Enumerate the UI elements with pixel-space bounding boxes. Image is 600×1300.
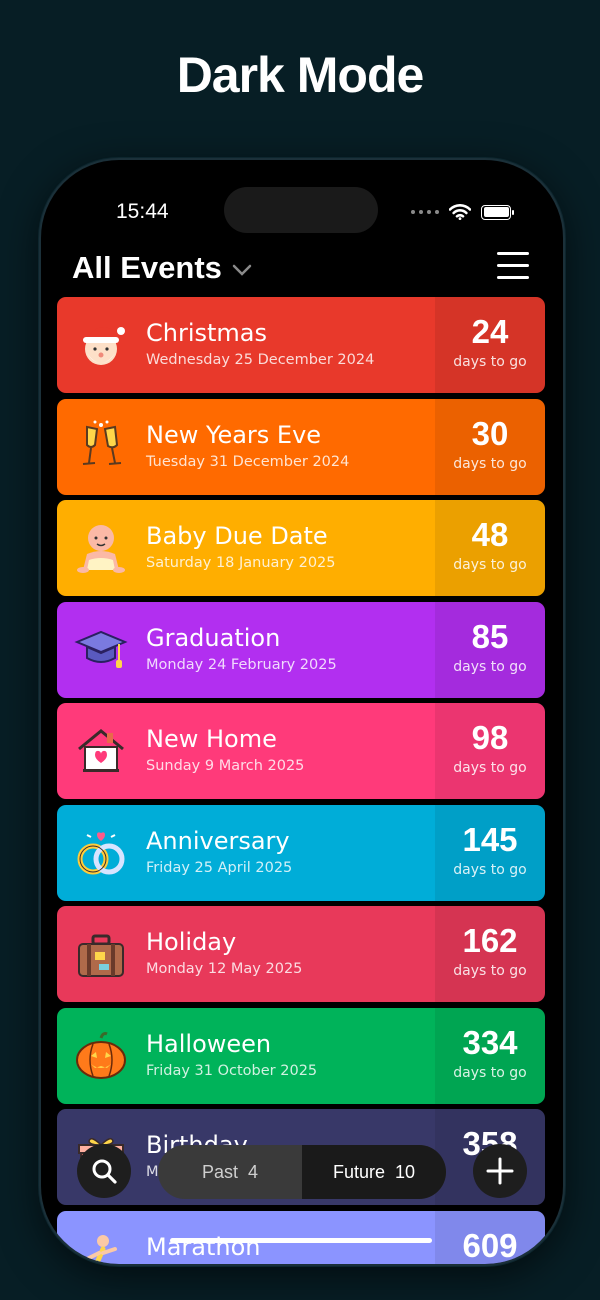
days-count: 48 xyxy=(471,516,509,553)
event-date: Monday 12 May 2025 xyxy=(146,961,303,977)
past-future-toggle[interactable]: Past 4 Future 10 xyxy=(158,1145,446,1199)
days-label: days to go xyxy=(453,861,527,878)
event-name: Baby Due Date xyxy=(146,522,328,550)
search-icon xyxy=(92,1159,117,1184)
app-screen: 15:44 All Events Christmas Wednesday 25 D… xyxy=(41,160,563,1264)
santa-icon xyxy=(73,317,129,373)
event-countdown: 145 days to go xyxy=(435,804,545,901)
event-countdown: 162 days to go xyxy=(435,906,545,1002)
tab-past-label: Past xyxy=(201,1161,238,1182)
event-countdown: 98 days to go xyxy=(435,703,545,799)
event-countdown: 30 days to go xyxy=(435,398,545,495)
event-card-main: Graduation Monday 24 February 2025 xyxy=(57,602,435,698)
days-count: 145 xyxy=(462,820,518,858)
page-title[interactable]: All Events xyxy=(72,250,222,286)
header: All Events xyxy=(72,246,533,290)
battery-icon xyxy=(481,204,514,220)
days-count: 98 xyxy=(471,719,509,756)
event-date: Friday 25 April 2025 xyxy=(146,859,293,876)
event-card[interactable]: Holiday Monday 12 May 2025 162 days to go xyxy=(57,906,545,1002)
wifi-icon xyxy=(449,204,471,220)
event-date: Tuesday 31 December 2024 xyxy=(146,453,350,470)
event-name: Graduation xyxy=(146,623,281,652)
days-label: days to go xyxy=(453,760,527,776)
event-countdown: 24 days to go xyxy=(435,297,545,393)
house-icon xyxy=(73,723,129,779)
event-card[interactable]: New Home Sunday 9 March 2025 98 days to go xyxy=(57,703,545,799)
event-card-main: New Home Sunday 9 March 2025 xyxy=(57,703,435,799)
event-card-main: Baby Due Date Saturday 18 January 2025 xyxy=(57,500,435,596)
graduation-cap-icon xyxy=(73,622,129,678)
home-indicator xyxy=(170,1238,432,1243)
days-label: days to go xyxy=(453,557,527,573)
event-countdown: 48 days to go xyxy=(435,500,545,596)
event-card[interactable]: Graduation Monday 24 February 2025 85 days … xyxy=(57,601,545,698)
days-label: days to go xyxy=(453,963,527,979)
baby-icon xyxy=(73,520,129,576)
event-name: New Home xyxy=(146,725,277,753)
rings-icon xyxy=(73,825,129,881)
runner-icon xyxy=(73,1231,129,1264)
days-count: 609 xyxy=(462,1226,518,1264)
status-icons xyxy=(411,204,514,220)
page-headline: Dark Mode xyxy=(176,47,425,103)
signal-icon xyxy=(411,210,439,214)
search-button[interactable] xyxy=(77,1144,131,1198)
plus-icon xyxy=(486,1157,514,1185)
phone-frame: 15:44 All Events Christmas Wednesday 25 D… xyxy=(39,158,565,1266)
event-card-main: Anniversary Friday 25 April 2025 xyxy=(57,805,435,901)
days-count: 30 xyxy=(471,414,509,452)
status-time: 15:44 xyxy=(116,200,169,223)
add-event-button[interactable] xyxy=(473,1144,527,1198)
days-count: 334 xyxy=(462,1023,518,1061)
days-count: 24 xyxy=(471,313,509,350)
event-card[interactable]: Christmas Wednesday 25 December 2024 24 day… xyxy=(57,297,545,393)
days-count: 162 xyxy=(462,922,518,959)
event-date: Sunday 9 March 2025 xyxy=(146,758,305,774)
event-card[interactable]: Baby Due Date Saturday 18 January 2025 48 d… xyxy=(57,500,545,596)
suitcase-icon xyxy=(73,926,129,982)
days-label: days to go xyxy=(453,1064,527,1081)
days-count: 85 xyxy=(471,617,509,655)
event-card-main: Christmas Wednesday 25 December 2024 xyxy=(57,297,435,393)
event-name: Holiday xyxy=(146,928,237,956)
champagne-icon xyxy=(73,419,129,475)
dynamic-island xyxy=(224,187,378,233)
event-name: New Years Eve xyxy=(146,420,322,449)
event-name: Christmas xyxy=(146,319,268,347)
event-card[interactable]: Halloween Friday 31 October 2025 334 days t… xyxy=(57,1007,545,1104)
bottom-toolbar: Past 4 Future 10 xyxy=(77,1144,527,1200)
event-card-main: New Years Eve Tuesday 31 December 2024 xyxy=(57,399,435,495)
tab-future-label: Future xyxy=(332,1161,385,1182)
event-date: Saturday 18 January 2025 xyxy=(146,555,336,571)
event-card-main: Holiday Monday 12 May 2025 xyxy=(57,906,435,1002)
event-date: Monday 24 February 2025 xyxy=(146,656,337,673)
days-label: days to go xyxy=(453,354,527,370)
event-countdown: 334 days to go xyxy=(435,1007,545,1104)
tab-past[interactable]: Past 4 xyxy=(158,1145,302,1199)
event-date: Wednesday 25 December 2024 xyxy=(146,352,375,368)
days-label: days to go xyxy=(453,455,527,472)
pumpkin-icon xyxy=(73,1028,129,1084)
tab-past-count: 4 xyxy=(248,1161,259,1182)
event-name: Anniversary xyxy=(146,826,290,855)
chevron-down-icon[interactable] xyxy=(232,264,252,276)
tab-future[interactable]: Future 10 xyxy=(302,1145,446,1199)
event-countdown: 85 days to go xyxy=(435,601,545,698)
menu-icon[interactable] xyxy=(497,252,529,282)
event-countdown: 609 xyxy=(435,1210,545,1264)
tab-future-count: 10 xyxy=(395,1161,416,1182)
event-date: Friday 31 October 2025 xyxy=(146,1062,318,1079)
days-label: days to go xyxy=(453,658,527,675)
event-name: Halloween xyxy=(146,1029,272,1058)
event-name: Marathon xyxy=(146,1232,261,1261)
event-card[interactable]: Anniversary Friday 25 April 2025 145 days t… xyxy=(57,804,545,901)
event-card-main: Halloween Friday 31 October 2025 xyxy=(57,1008,435,1104)
event-card[interactable]: New Years Eve Tuesday 31 December 2024 30 d… xyxy=(57,398,545,495)
